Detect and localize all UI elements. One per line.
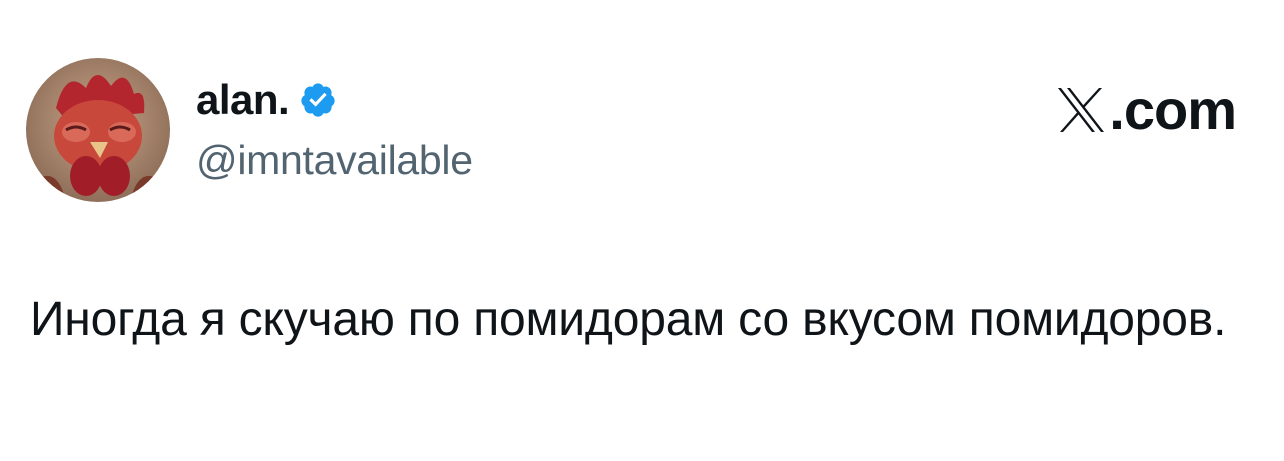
tweet-text: Иногда я скучаю по помидорам со вкусом п… (30, 293, 1227, 346)
verified-badge-icon (299, 81, 337, 119)
x-logo-icon (1055, 85, 1107, 135)
brand-logo[interactable]: .com (1055, 78, 1237, 141)
author-handle[interactable]: @imntavailable (196, 136, 473, 184)
tweet-card: alan. @imntavailable .com Иногда я скуча… (0, 0, 1284, 461)
author-display-name[interactable]: alan. (196, 76, 290, 124)
rooster-avatar-icon (26, 58, 170, 202)
avatar[interactable] (26, 58, 170, 202)
author-name-row[interactable]: alan. (196, 76, 337, 124)
brand-domain-suffix: .com (1109, 78, 1237, 141)
